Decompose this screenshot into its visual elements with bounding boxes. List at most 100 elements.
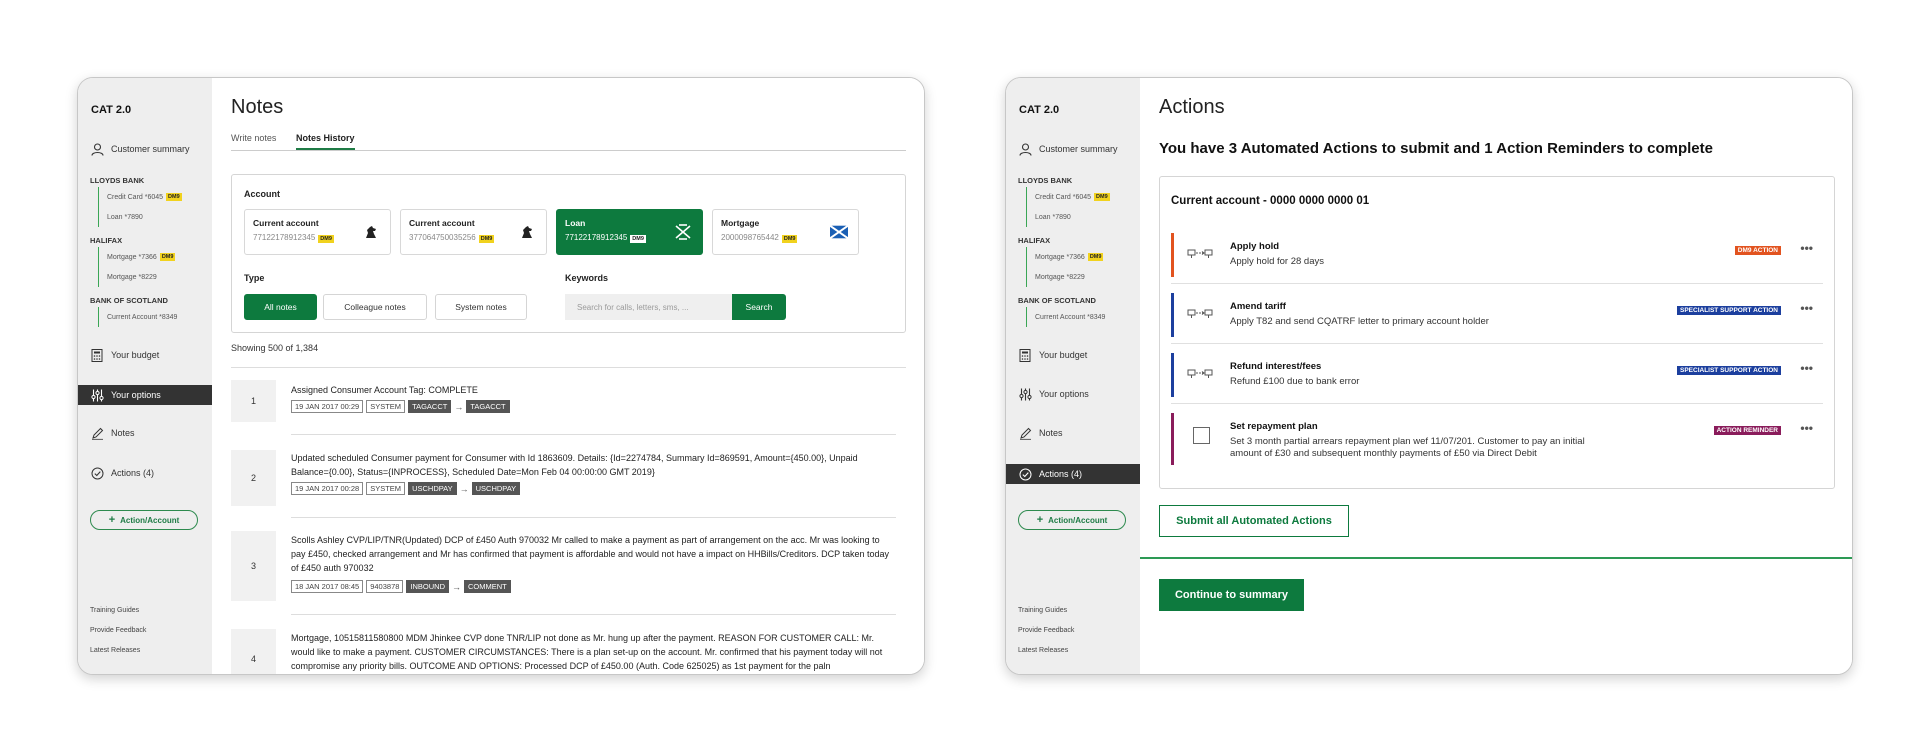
note-code-chip: INBOUND xyxy=(406,580,450,593)
filter-system-notes[interactable]: System notes xyxy=(435,294,527,320)
account-card-selected[interactable]: Loan 77122178912345 DM9 xyxy=(556,209,703,255)
sidebar-account-mortgage[interactable]: Mortgage *8229 xyxy=(98,267,157,287)
arrow-right-icon: → xyxy=(452,581,462,592)
app-title: CAT 2.0 xyxy=(91,104,132,116)
footer-link-feedback[interactable]: Provide Feedback xyxy=(90,627,146,634)
note-number: 1 xyxy=(231,380,276,422)
footer-link-feedback[interactable]: Provide Feedback xyxy=(1018,627,1074,634)
divider xyxy=(291,434,896,435)
action-row[interactable]: Apply hold Apply hold for 28 days DM9 AC… xyxy=(1171,233,1823,277)
page-title: Notes xyxy=(231,96,284,118)
note-code-chip: TAGACCT xyxy=(408,400,452,413)
sidebar-item-label: Customer summary xyxy=(111,144,190,154)
sidebar-item-budget[interactable]: Your budget xyxy=(1018,346,1087,364)
note-number: 2 xyxy=(231,450,276,506)
account-card[interactable]: Mortgage 2000098765442 DM9 xyxy=(712,209,859,255)
sidebar-account-loan[interactable]: Loan *7890 xyxy=(1026,207,1071,227)
more-options-icon[interactable]: ••• xyxy=(1800,421,1813,435)
footer-link-training[interactable]: Training Guides xyxy=(1018,607,1067,614)
action-type-badge: DM9 ACTION xyxy=(1734,246,1781,255)
transfer-icon xyxy=(1187,306,1213,322)
calculator-icon xyxy=(1018,348,1032,362)
more-options-icon[interactable]: ••• xyxy=(1800,301,1813,315)
more-options-icon[interactable]: ••• xyxy=(1800,361,1813,375)
filter-all-notes[interactable]: All notes xyxy=(244,294,317,320)
sidebar-item-your-options[interactable]: Your options xyxy=(1018,385,1089,403)
note-source-chip: SYSTEM xyxy=(366,400,406,413)
results-count: Showing 500 of 1,384 xyxy=(231,343,319,353)
filter-colleague-notes[interactable]: Colleague notes xyxy=(323,294,427,320)
note-number: 4 xyxy=(231,629,276,674)
footer-link-releases[interactable]: Latest Releases xyxy=(90,647,140,654)
submit-automated-actions-button[interactable]: Submit all Automated Actions xyxy=(1159,505,1349,537)
action-row[interactable]: Amend tariff Apply T82 and send CQATRF l… xyxy=(1171,293,1823,337)
sidebar-item-your-options[interactable]: Your options xyxy=(78,385,212,405)
sidebar-account-current[interactable]: Current Account *8349 xyxy=(1026,307,1105,327)
sidebar-account-loan[interactable]: Loan *7890 xyxy=(98,207,143,227)
action-type-badge: SPECIALIST SUPPORT ACTION xyxy=(1677,366,1781,375)
sidebar-item-actions[interactable]: Actions (4) xyxy=(90,464,154,482)
action-account-button[interactable]: + Action/Account xyxy=(1018,510,1126,530)
note-number: 3 xyxy=(231,531,276,601)
bank-name: LLOYDS BANK xyxy=(1018,176,1073,185)
account-title: Current account - 0000 0000 0000 01 xyxy=(1171,195,1370,207)
sidebar-item-actions[interactable]: Actions (4) xyxy=(1006,464,1140,484)
reminder-checkbox[interactable] xyxy=(1193,427,1210,444)
tab-notes-history[interactable]: Notes History xyxy=(296,133,355,143)
account-card[interactable]: Current account 77122178912345 DM9 xyxy=(244,209,391,255)
sidebar-item-budget[interactable]: Your budget xyxy=(90,346,159,364)
check-circle-icon xyxy=(1018,467,1032,481)
footer-link-training[interactable]: Training Guides xyxy=(90,607,139,614)
action-title: Apply hold xyxy=(1230,241,1280,252)
sliders-icon xyxy=(90,388,104,402)
person-icon xyxy=(1018,142,1032,156)
note-date-chip: 19 JAN 2017 00:29 xyxy=(291,400,364,413)
notes-main: Notes Write notes Notes History Account … xyxy=(212,78,924,674)
more-options-icon[interactable]: ••• xyxy=(1800,241,1813,255)
tab-divider xyxy=(231,150,906,151)
sidebar-account-credit-card[interactable]: Credit Card *6045 DM9 xyxy=(1026,187,1110,207)
continue-to-summary-button[interactable]: Continue to summary xyxy=(1159,579,1304,611)
sidebar: CAT 2.0 Customer summary LLOYDS BANK Cre… xyxy=(78,78,212,674)
search-button[interactable]: Search xyxy=(732,294,786,320)
action-row[interactable]: Set repayment plan Set 3 month partial a… xyxy=(1171,413,1823,465)
sidebar-item-customer-summary[interactable]: Customer summary xyxy=(90,140,190,158)
sidebar-item-label: Actions (4) xyxy=(111,468,155,478)
plus-icon: + xyxy=(1036,514,1044,526)
action-color-bar xyxy=(1171,233,1174,277)
check-circle-icon xyxy=(90,466,104,480)
sidebar-item-notes[interactable]: Notes xyxy=(90,424,135,442)
footer-link-releases[interactable]: Latest Releases xyxy=(1018,647,1068,654)
sidebar-account-mortgage[interactable]: Mortgage *7366 DM9 xyxy=(98,247,176,267)
sidebar-account-mortgage[interactable]: Mortgage *7366 DM9 xyxy=(1026,247,1104,267)
transfer-icon xyxy=(1187,366,1213,382)
tab-write-notes[interactable]: Write notes xyxy=(231,133,276,143)
sidebar-account-credit-card[interactable]: Credit Card *6045 DM9 xyxy=(98,187,182,207)
horse-icon xyxy=(362,223,380,241)
action-title: Refund interest/fees xyxy=(1230,361,1322,372)
note-source-chip: 9403878 xyxy=(366,580,404,593)
note-text: Scolls Ashley CVP/LIP/TNR(Updated) DCP o… xyxy=(291,535,889,573)
action-color-bar xyxy=(1171,293,1174,337)
plus-icon: + xyxy=(108,514,116,526)
calculator-icon xyxy=(90,348,104,362)
note-text: Updated scheduled Consumer payment for C… xyxy=(291,453,858,477)
pencil-icon xyxy=(90,426,104,440)
sidebar-item-notes[interactable]: Notes xyxy=(1018,424,1063,442)
divider xyxy=(1171,343,1823,344)
sidebar-item-customer-summary[interactable]: Customer summary xyxy=(1018,140,1118,158)
action-color-bar xyxy=(1171,353,1174,397)
keyword-search-input[interactable] xyxy=(565,294,732,320)
sidebar-account-mortgage[interactable]: Mortgage *8229 xyxy=(1026,267,1085,287)
account-card[interactable]: Current account 377064750035256 DM9 xyxy=(400,209,547,255)
action-row[interactable]: Refund interest/fees Refund £100 due to … xyxy=(1171,353,1823,397)
app-title: CAT 2.0 xyxy=(1019,104,1060,116)
divider xyxy=(291,614,896,615)
sidebar-item-label: Your budget xyxy=(111,350,160,360)
section-divider xyxy=(1140,557,1852,559)
action-type-badge: SPECIALIST SUPPORT ACTION xyxy=(1677,306,1781,315)
action-account-button[interactable]: + Action/Account xyxy=(90,510,198,530)
sidebar-account-current[interactable]: Current Account *8349 xyxy=(98,307,177,327)
dm9-badge: DM9 xyxy=(781,235,798,243)
notes-window: CAT 2.0 Customer summary LLOYDS BANK Cre… xyxy=(77,77,925,675)
